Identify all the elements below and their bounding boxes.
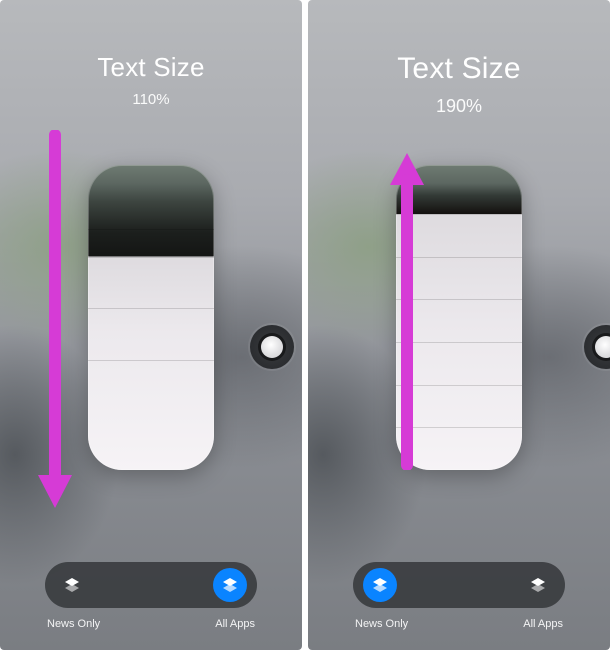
assistive-touch-button[interactable] — [584, 325, 610, 369]
text-size-percent: 110% — [0, 91, 302, 108]
scope-toggle — [45, 562, 257, 608]
scope-label-news: News Only — [355, 618, 425, 630]
slider-ticks — [88, 165, 214, 470]
layers-icon — [63, 576, 81, 594]
scope-segment-all[interactable] — [521, 568, 555, 602]
scope-toggle-labels: News Only All Apps — [353, 618, 565, 630]
scope-toggle-labels: News Only All Apps — [45, 618, 257, 630]
layers-icon — [221, 576, 239, 594]
scope-segment-news[interactable] — [55, 568, 89, 602]
scope-segment-news[interactable] — [363, 568, 397, 602]
text-size-slider[interactable] — [88, 165, 214, 470]
text-size-slider[interactable] — [396, 165, 522, 470]
scope-label-all: All Apps — [503, 618, 563, 630]
text-size-percent: 190% — [308, 96, 610, 117]
assistive-touch-button[interactable] — [250, 325, 294, 369]
scope-toggle — [353, 562, 565, 608]
screenshot-panel-left: Text Size 110% News O — [0, 0, 302, 650]
title-block: Text Size 110% — [0, 0, 302, 108]
annotation-arrow-down — [34, 130, 76, 512]
layers-icon — [371, 576, 389, 594]
scope-label-news: News Only — [47, 618, 117, 630]
assistive-touch-icon — [261, 336, 283, 358]
screenshot-panel-right: Text Size 190% — [308, 0, 610, 650]
text-size-label: Text Size — [308, 52, 610, 86]
title-block: Text Size 190% — [308, 0, 610, 117]
slider-ticks — [396, 165, 522, 470]
layers-icon — [529, 576, 547, 594]
text-size-label: Text Size — [0, 52, 302, 83]
assistive-touch-icon — [595, 336, 610, 358]
scope-label-all: All Apps — [195, 618, 255, 630]
scope-segment-all[interactable] — [213, 568, 247, 602]
